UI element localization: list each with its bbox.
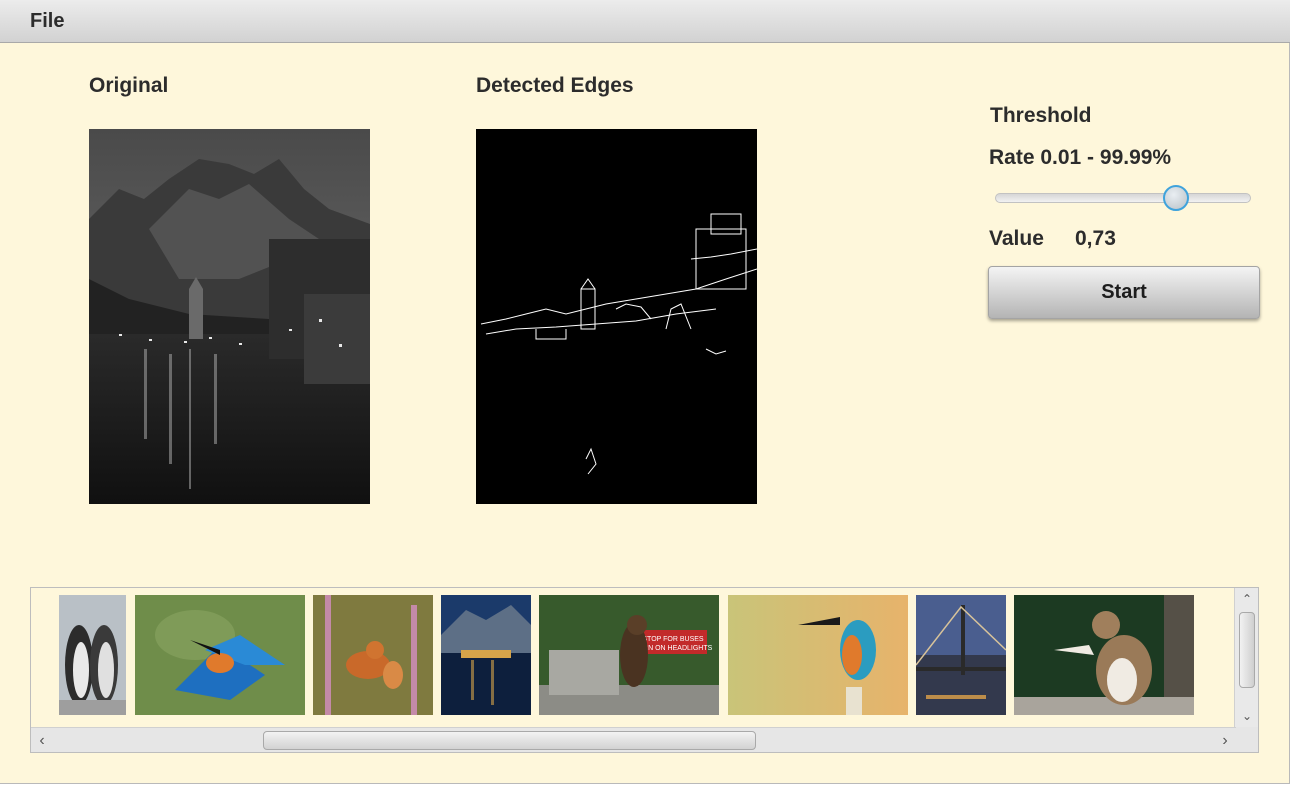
file-menu[interactable]: File bbox=[20, 8, 74, 35]
thumbnail-lakeside-village-night[interactable] bbox=[441, 595, 531, 715]
detected-edges-image bbox=[476, 129, 757, 504]
slider-thumb[interactable] bbox=[1162, 185, 1189, 211]
thumbnail-gallery[interactable]: STOP FOR BUSES TURN ON HEADLIGHTS ⌃ ⌄ ‹ … bbox=[30, 587, 1259, 753]
value-readout: 0,73 bbox=[1075, 227, 1116, 250]
sign-text-line-1: STOP FOR BUSES bbox=[642, 636, 704, 643]
scrollbar-corner bbox=[1236, 727, 1258, 752]
slider-track[interactable] bbox=[995, 193, 1251, 203]
vertical-scrollbar[interactable]: ⌃ ⌄ bbox=[1234, 588, 1258, 727]
thumbnail-penguins[interactable] bbox=[59, 595, 126, 715]
start-button[interactable]: Start bbox=[988, 266, 1260, 319]
rate-label: Rate 0.01 - 99.99% bbox=[989, 146, 1172, 169]
thumbnail-squirrel-eating[interactable] bbox=[1014, 595, 1194, 715]
thumbnail-strip: STOP FOR BUSES TURN ON HEADLIGHTS bbox=[31, 588, 1236, 727]
thumbnail-bear-at-sign[interactable]: STOP FOR BUSES TURN ON HEADLIGHTS bbox=[539, 595, 719, 715]
scroll-up-icon[interactable]: ⌃ bbox=[1235, 590, 1258, 608]
menu-bar: File bbox=[0, 0, 1290, 43]
thumbnail-kingfisher-in-flight[interactable] bbox=[135, 595, 305, 715]
scroll-down-icon[interactable]: ⌄ bbox=[1235, 707, 1258, 725]
original-image bbox=[89, 129, 370, 504]
vertical-scroll-thumb[interactable] bbox=[1239, 612, 1255, 688]
app-window: File Original Detected Edges Threshold R… bbox=[0, 0, 1290, 784]
threshold-slider[interactable] bbox=[995, 185, 1251, 211]
scroll-left-icon[interactable]: ‹ bbox=[31, 728, 53, 752]
horizontal-scroll-thumb[interactable] bbox=[263, 731, 756, 750]
value-label: Value bbox=[989, 227, 1044, 250]
thumbnail-squirrel-in-flowers[interactable] bbox=[313, 595, 433, 715]
threshold-title: Threshold bbox=[990, 104, 1092, 127]
thumbnail-bridge-at-dusk[interactable] bbox=[916, 595, 1006, 715]
thumbnail-kingfisher-perched[interactable] bbox=[728, 595, 908, 715]
scroll-right-icon[interactable]: › bbox=[1214, 728, 1236, 752]
original-label: Original bbox=[89, 74, 169, 97]
horizontal-scrollbar[interactable]: ‹ › bbox=[31, 727, 1236, 752]
detected-edges-label: Detected Edges bbox=[476, 74, 634, 97]
